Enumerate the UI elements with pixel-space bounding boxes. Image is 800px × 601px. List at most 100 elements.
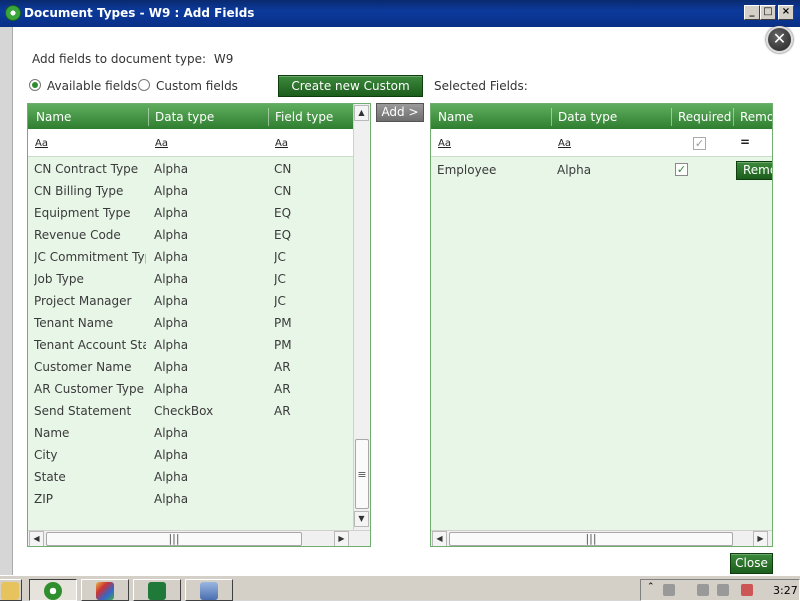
row-data-type-cell: Alpha — [154, 228, 189, 242]
table-row[interactable]: Send Statement CheckBox AR — [28, 400, 353, 422]
available-fields-label[interactable]: Available fields — [47, 79, 137, 93]
row-field-type-cell: CN — [274, 162, 292, 176]
row-name-cell: ZIP — [34, 492, 53, 506]
available-horizontal-scrollbar[interactable]: ◀ ||| ▶ — [28, 530, 370, 546]
taskbar-tool-button[interactable] — [185, 579, 233, 601]
selected-scroll-right-button[interactable]: ▶ — [753, 531, 768, 546]
vertical-scroll-thumb[interactable]: ≡ — [355, 439, 369, 509]
taskbar-clock[interactable]: 3:27 PM — [773, 584, 800, 597]
selected-fields-label: Selected Fields: — [434, 79, 528, 93]
table-row[interactable]: City Alpha — [28, 444, 353, 466]
selected-row-name: Employee — [437, 163, 497, 177]
row-data-type-cell: Alpha — [154, 382, 189, 396]
scroll-right-button[interactable]: ▶ — [334, 531, 349, 546]
tray-flag-icon[interactable] — [697, 584, 709, 596]
table-row[interactable]: Revenue Code Alpha EQ — [28, 224, 353, 246]
excel-icon — [148, 582, 166, 600]
document-type-value: W9 — [213, 52, 234, 66]
available-filter-row: Aa Aa Aa — [28, 129, 354, 157]
row-field-type-cell: AR — [274, 382, 291, 396]
table-row[interactable]: AR Customer Type Alpha AR — [28, 378, 353, 400]
selected-filter-data-type[interactable]: Aa — [558, 138, 571, 149]
row-name-cell: Job Type — [34, 272, 84, 286]
close-button[interactable]: Close — [730, 553, 773, 574]
tool-icon — [200, 582, 218, 600]
row-name-cell: City — [34, 448, 58, 462]
row-field-type-cell: PM — [274, 338, 292, 352]
custom-fields-label[interactable]: Custom fields — [156, 79, 238, 93]
scroll-left-button[interactable]: ◀ — [29, 531, 44, 546]
filter-field-type-input[interactable]: Aa — [275, 138, 288, 149]
row-name-cell: Send Statement — [34, 404, 132, 418]
available-vertical-scrollbar[interactable]: ▲ ≡ ▼ — [353, 104, 370, 530]
filter-data-type-input[interactable]: Aa — [155, 138, 168, 149]
taskbar-paint-button[interactable] — [81, 579, 129, 601]
selected-horizontal-scrollbar[interactable]: ◀ ||| ▶ — [431, 530, 772, 546]
dialog-close-icon[interactable]: ✕ — [766, 26, 793, 53]
selected-scroll-left-button[interactable]: ◀ — [432, 531, 447, 546]
row-name-cell: Tenant Name — [34, 316, 114, 330]
table-row[interactable]: Name Alpha — [28, 422, 353, 444]
table-row[interactable]: Tenant Name Alpha PM — [28, 312, 353, 334]
custom-fields-radio[interactable] — [138, 79, 150, 91]
selected-column-name[interactable]: Name — [438, 110, 473, 124]
selected-filter-name[interactable]: Aa — [438, 138, 451, 149]
remove-button[interactable]: Remove — [736, 161, 772, 180]
row-field-type-cell: CN — [274, 184, 292, 198]
column-header-name[interactable]: Name — [36, 110, 71, 124]
row-data-type-cell: Alpha — [154, 294, 189, 308]
table-row[interactable]: Employee Alpha ✓ Remove — [431, 159, 772, 181]
required-checkbox[interactable]: ✓ — [675, 163, 688, 176]
row-data-type-cell: CheckBox — [154, 404, 214, 418]
scroll-down-button[interactable]: ▼ — [354, 511, 369, 527]
available-fields-radio[interactable] — [29, 79, 41, 91]
selected-horizontal-scroll-thumb[interactable]: ||| — [449, 532, 733, 546]
required-filter-checkbox[interactable]: ✓ — [693, 137, 706, 150]
add-button[interactable]: Add > — [376, 103, 424, 122]
tray-volume-icon[interactable] — [741, 584, 753, 596]
table-row[interactable]: JC Commitment Type Alpha JC — [28, 246, 353, 268]
column-header-field-type[interactable]: Field type — [275, 110, 333, 124]
row-field-type-cell: AR — [274, 360, 291, 374]
table-row[interactable]: ZIP Alpha — [28, 488, 353, 510]
horizontal-scroll-thumb[interactable]: ||| — [46, 532, 302, 546]
scroll-up-button[interactable]: ▲ — [354, 105, 369, 121]
column-header-data-type[interactable]: Data type — [155, 110, 214, 124]
table-row[interactable]: State Alpha — [28, 466, 353, 488]
row-name-cell: Project Manager — [34, 294, 132, 308]
row-field-type-cell: AR — [274, 404, 291, 418]
row-data-type-cell: Alpha — [154, 492, 189, 506]
row-name-cell: CN Contract Type — [34, 162, 139, 176]
tray-device-icon[interactable] — [717, 584, 729, 596]
table-row[interactable]: Project Manager Alpha JC — [28, 290, 353, 312]
row-data-type-cell: Alpha — [154, 360, 189, 374]
system-tray: ⌃ 3:27 PM — [640, 579, 800, 601]
selected-filter-row: Aa Aa ✓ = — [431, 129, 772, 157]
minimize-button[interactable]: _ — [744, 5, 760, 20]
table-row[interactable]: CN Contract Type Alpha CN — [28, 158, 353, 180]
row-field-type-cell: JC — [274, 294, 286, 308]
table-row[interactable]: Equipment Type Alpha EQ — [28, 202, 353, 224]
create-custom-field-button[interactable]: Create new Custom Field — [278, 75, 423, 113]
row-name-cell: AR Customer Type — [34, 382, 145, 396]
remove-filter-icon[interactable]: = — [740, 135, 750, 149]
row-data-type-cell: Alpha — [154, 338, 189, 352]
tray-network-icon[interactable] — [663, 584, 675, 596]
window-close-button[interactable]: × — [778, 5, 794, 20]
selected-column-data-type[interactable]: Data type — [558, 110, 617, 124]
table-row[interactable]: Tenant Account Status Alpha PM — [28, 334, 353, 356]
row-name-cell: Customer Name — [34, 360, 132, 374]
table-row[interactable]: Job Type Alpha JC — [28, 268, 353, 290]
taskbar-excel-button[interactable] — [133, 579, 181, 601]
taskbar-app-button[interactable] — [29, 579, 77, 601]
maximize-button[interactable]: □ — [760, 5, 776, 20]
table-row[interactable]: Customer Name Alpha AR — [28, 356, 353, 378]
paint-icon — [96, 582, 114, 600]
filter-name-input[interactable]: Aa — [35, 138, 48, 149]
window-title: Document Types - W9 : Add Fields — [24, 6, 255, 20]
table-row[interactable]: CN Billing Type Alpha CN — [28, 180, 353, 202]
taskbar-folder-button[interactable] — [0, 579, 22, 601]
tray-expand-icon[interactable]: ⌃ — [647, 582, 659, 594]
selected-column-required[interactable]: Required — [678, 110, 731, 124]
selected-column-remove[interactable]: Remove — [740, 110, 772, 124]
